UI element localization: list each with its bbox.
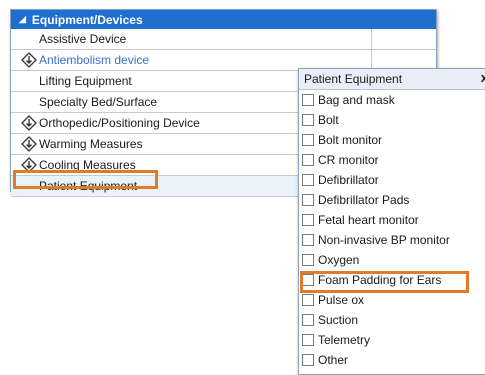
equipment-option[interactable]: Telemetry: [299, 330, 485, 350]
column-divider: [371, 50, 372, 70]
option-label: Bolt monitor: [318, 133, 383, 147]
option-checkbox[interactable]: [302, 154, 314, 166]
expand-diamond-icon[interactable]: [21, 136, 37, 152]
option-checkbox[interactable]: [302, 354, 314, 366]
option-checkbox[interactable]: [302, 194, 314, 206]
option-label: Defibrillator: [318, 173, 379, 187]
option-label: Pulse ox: [318, 293, 365, 307]
option-checkbox[interactable]: [302, 134, 314, 146]
option-label: Bag and mask: [318, 93, 395, 107]
popup-header: Patient Equipment x: [299, 69, 485, 90]
option-checkbox[interactable]: [302, 314, 314, 326]
option-label: Oxygen: [318, 253, 360, 267]
option-label: Bolt: [318, 113, 339, 127]
equipment-option[interactable]: Foam Padding for Ears: [299, 270, 485, 290]
expand-diamond-icon[interactable]: [21, 115, 37, 131]
collapse-triangle-icon[interactable]: ◢: [19, 14, 26, 25]
option-label: Suction: [318, 313, 359, 327]
option-checkbox[interactable]: [302, 94, 314, 106]
option-label: CR monitor: [318, 153, 379, 167]
popup-title: Patient Equipment: [304, 72, 403, 86]
option-checkbox[interactable]: [302, 274, 314, 286]
expand-diamond-icon[interactable]: [21, 52, 37, 68]
equipment-option[interactable]: Suction: [299, 310, 485, 330]
tree-row-label: Warming Measures: [39, 137, 143, 151]
section-title: Equipment/Devices: [31, 12, 143, 27]
tree-row[interactable]: Assistive Device: [11, 29, 436, 50]
tree-row-label: Lifting Equipment: [39, 74, 132, 88]
option-checkbox[interactable]: [302, 214, 314, 226]
close-icon[interactable]: x: [481, 70, 485, 85]
option-label: Non-invasive BP monitor: [318, 233, 450, 247]
section-header[interactable]: ◢ Equipment/Devices: [11, 10, 436, 29]
tree-row-label: Patient Equipment: [39, 179, 138, 193]
option-checkbox[interactable]: [302, 174, 314, 186]
equipment-option[interactable]: Pulse ox: [299, 290, 485, 310]
option-label: Defibrillator Pads: [318, 193, 410, 207]
option-checkbox[interactable]: [302, 334, 314, 346]
patient-equipment-popup: Patient Equipment x Bag and mask Bolt Bolt…: [298, 68, 485, 375]
tree-row-label: Antiembolism device: [39, 53, 150, 67]
option-checkbox[interactable]: [302, 234, 314, 246]
equipment-option[interactable]: Oxygen: [299, 250, 485, 270]
option-checkbox[interactable]: [302, 294, 314, 306]
equipment-option[interactable]: Bag and mask: [299, 90, 485, 110]
column-divider: [371, 29, 372, 49]
option-checkbox[interactable]: [302, 114, 314, 126]
equipment-option[interactable]: Defibrillator: [299, 170, 485, 190]
equipment-option[interactable]: Defibrillator Pads: [299, 190, 485, 210]
equipment-option[interactable]: Non-invasive BP monitor: [299, 230, 485, 250]
equipment-option[interactable]: CR monitor: [299, 150, 485, 170]
option-label: Foam Padding for Ears: [318, 273, 442, 287]
option-label: Telemetry: [318, 333, 371, 347]
tree-row-label: Cooling Measures: [39, 158, 136, 172]
tree-row-label: Orthopedic/Positioning Device: [39, 116, 200, 130]
option-label: Fetal heart monitor: [318, 213, 419, 227]
expand-diamond-icon[interactable]: [21, 157, 37, 173]
equipment-option[interactable]: Other: [299, 350, 485, 370]
option-label: Other: [318, 353, 349, 367]
equipment-option[interactable]: Fetal heart monitor: [299, 210, 485, 230]
tree-row-label: Specialty Bed/Surface: [39, 95, 158, 109]
option-checkbox[interactable]: [302, 254, 314, 266]
equipment-option[interactable]: Bolt: [299, 110, 485, 130]
equipment-option[interactable]: Bolt monitor: [299, 130, 485, 150]
tree-row-label: Assistive Device: [39, 32, 127, 46]
